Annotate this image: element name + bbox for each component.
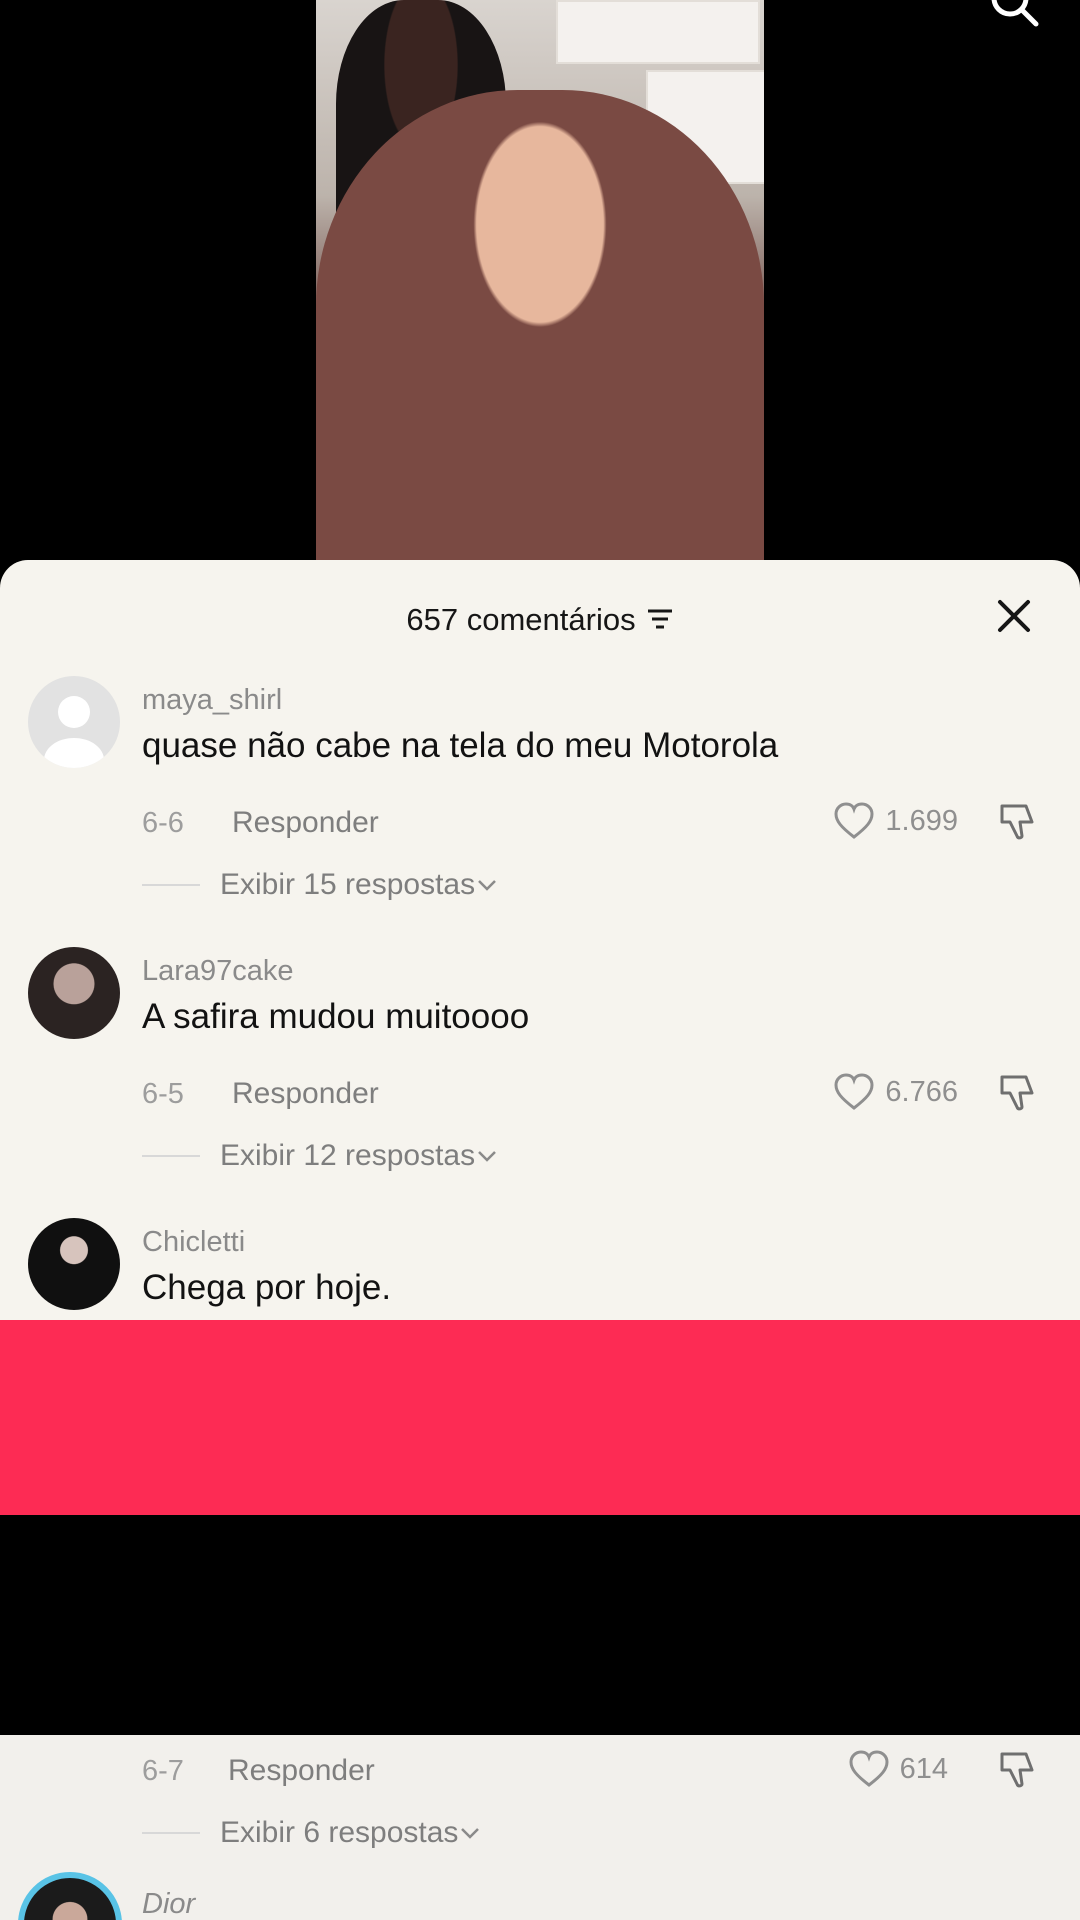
comment-date: 6-7 (142, 1755, 184, 1787)
closet-shelf (556, 0, 760, 64)
chevron-down-icon (478, 880, 497, 891)
avatar[interactable] (28, 1218, 120, 1310)
like-count: 6.766 (885, 1075, 958, 1108)
close-icon[interactable] (992, 594, 1036, 638)
view-replies-label: Exibir 12 respostas (220, 1139, 476, 1172)
comments-sheet: 657 comentários maya_shirl quase não cab… (0, 560, 1080, 1320)
heart-icon (834, 802, 874, 839)
dislike-icon[interactable] (996, 1748, 1040, 1797)
comment-username[interactable]: Chicletti (142, 1226, 245, 1259)
comment-text: Chega por hoje. (142, 1268, 392, 1307)
video-person-front (316, 90, 764, 560)
comments-count: 657 comentários (406, 602, 636, 637)
search-icon[interactable] (986, 0, 1042, 30)
heart-icon (849, 1750, 889, 1787)
reply-button[interactable]: Responder (232, 1077, 379, 1111)
reply-button[interactable]: Responder (232, 806, 379, 840)
avatar[interactable] (28, 947, 120, 1039)
avatar[interactable] (18, 1872, 122, 1920)
view-replies-button[interactable]: Exibir 15 respostas (142, 868, 499, 902)
comment-username[interactable]: maya_shirl (142, 684, 282, 717)
red-overlay-band (0, 1320, 1080, 1515)
avatar[interactable] (28, 676, 120, 768)
view-replies-label: Exibir 15 respostas (220, 868, 476, 901)
comment-date: 6-5 (142, 1078, 184, 1110)
like-button[interactable]: 1.699 (833, 802, 958, 840)
like-button[interactable]: 6.766 (833, 1073, 958, 1111)
replies-divider (142, 1155, 200, 1157)
comments-lower-panel: 6-7 Responder 614 Exibir 6 respostas Dio… (0, 1735, 1080, 1920)
replies-divider (142, 884, 200, 886)
reply-button[interactable]: Responder (228, 1754, 375, 1788)
view-replies-button[interactable]: Exibir 12 respostas (142, 1139, 499, 1173)
sort-icon[interactable] (646, 602, 674, 638)
like-count: 614 (899, 1752, 948, 1785)
like-count: 1.699 (885, 804, 958, 837)
replies-divider (142, 1832, 200, 1834)
chevron-down-icon (461, 1828, 480, 1839)
video-frame[interactable] (316, 0, 764, 560)
black-overlay-band (0, 1515, 1080, 1735)
dislike-icon[interactable] (996, 800, 1040, 849)
heart-icon (834, 1073, 874, 1110)
like-button[interactable]: 614 (848, 1750, 948, 1788)
comment-date: 6-6 (142, 807, 184, 839)
video-area[interactable] (0, 0, 1080, 570)
comment-username[interactable]: Lara97cake (142, 955, 294, 988)
dislike-icon[interactable] (996, 1071, 1040, 1120)
comment-text: A safira mudou muitoooo (142, 997, 530, 1036)
comment-text: quase não cabe na tela do meu Motorola (142, 726, 779, 765)
comments-header[interactable]: 657 comentários (0, 590, 1080, 650)
comment-username[interactable]: Dior (142, 1888, 195, 1920)
view-replies-button[interactable]: Exibir 6 respostas (142, 1816, 482, 1850)
view-replies-label: Exibir 6 respostas (220, 1816, 459, 1849)
chevron-down-icon (478, 1151, 497, 1162)
